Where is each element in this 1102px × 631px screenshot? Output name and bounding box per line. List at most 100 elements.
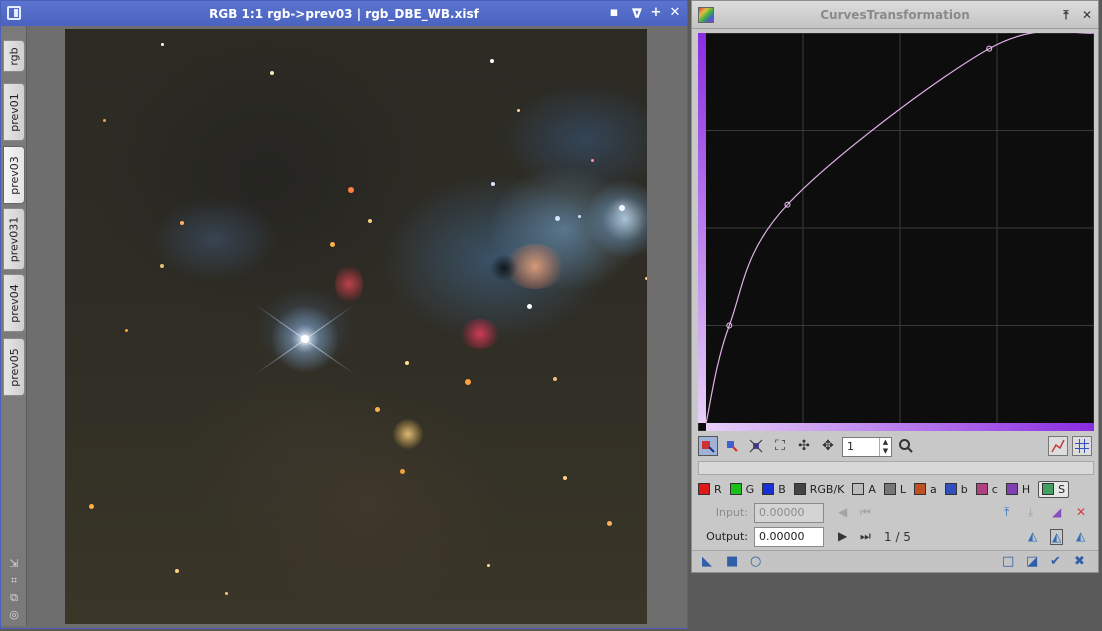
star <box>330 242 335 247</box>
dark-globule <box>490 254 518 282</box>
channel-b-button[interactable]: b <box>944 482 968 496</box>
channel-h-button[interactable]: H <box>1005 482 1031 496</box>
maximize-button[interactable]: + <box>649 5 663 21</box>
red-nebula <box>460 319 500 349</box>
image-canvas[interactable] <box>65 29 647 624</box>
channel-a-button[interactable]: A <box>852 483 876 496</box>
channel-label: H <box>1021 482 1031 496</box>
star <box>225 592 228 595</box>
delete-point-icon[interactable] <box>746 436 766 456</box>
tab-prev01[interactable]: prev01 <box>3 83 25 141</box>
input-row: Input: 0.00000 ◀ ⏮ ⤒ ⤓ ◢ ✕ <box>698 503 1094 523</box>
zoom-to-fit-icon[interactable]: ⌗ <box>8 575 20 587</box>
image-window-title: RGB 1:1 rgb->prev03 | rgb_DBE_WB.xisf <box>209 6 479 21</box>
output-label: Output: <box>706 530 748 543</box>
curves-process-icon[interactable] <box>698 7 714 23</box>
channel-label: R <box>714 482 722 496</box>
store-curve-icon[interactable]: ⤒ <box>1004 505 1009 520</box>
shade-button[interactable]: ▪ <box>607 5 621 21</box>
tab-rgb[interactable]: rgb <box>3 40 25 72</box>
channel-swatch-icon <box>914 483 927 495</box>
channel-c-button[interactable]: c <box>975 483 998 496</box>
edit-instance-icon[interactable]: ◪ <box>1026 554 1038 569</box>
zoom-fit-icon[interactable]: ✣ <box>794 436 814 456</box>
close-button[interactable]: ✕ <box>668 5 682 21</box>
star <box>103 119 106 122</box>
star <box>578 215 581 218</box>
target-icon[interactable]: ◎ <box>8 609 20 621</box>
star <box>400 469 405 474</box>
show-histogram-icon[interactable] <box>1048 436 1068 456</box>
first-point-icon[interactable]: ⏮ <box>860 505 871 520</box>
output-row: Output: 0.00000 ▶ ⏭ 1 / 5 ◭ ◭ ◭ <box>698 527 1094 547</box>
prev-point-icon[interactable]: ◀ <box>838 505 847 519</box>
akima-interp-icon[interactable]: ◭ <box>1028 529 1037 543</box>
tab-prev03[interactable]: prev03 <box>3 146 25 204</box>
edit-point-icon[interactable] <box>698 436 718 456</box>
browse-doc-icon[interactable]: □ <box>1002 554 1014 569</box>
new-preview-icon[interactable]: ⧉ <box>8 592 20 604</box>
star <box>161 43 164 46</box>
channel-a-button[interactable]: a <box>914 483 937 496</box>
channel-swatch-icon <box>944 483 957 495</box>
zoom-icon[interactable] <box>896 436 916 456</box>
star <box>160 264 164 268</box>
star <box>591 159 594 162</box>
image-window-titlebar[interactable]: RGB 1:1 rgb->prev03 | rgb_DBE_WB.xisf ▪ … <box>1 1 687 26</box>
channel-g-button[interactable]: G <box>729 483 754 496</box>
channel-swatch-icon <box>1042 483 1055 495</box>
tab-prev04[interactable]: prev04 <box>3 274 25 332</box>
channel-s-button[interactable]: S <box>1038 480 1070 498</box>
next-point-icon[interactable]: ▶ <box>838 529 847 543</box>
curve-editor[interactable] <box>698 33 1094 431</box>
channel-r-button[interactable]: R <box>698 483 722 496</box>
star <box>553 377 557 381</box>
star <box>527 304 532 309</box>
curves-titlebar[interactable]: CurvesTransformation ⤒ ✕ <box>692 1 1098 29</box>
spin-arrows[interactable]: ▲ ▼ <box>879 438 891 456</box>
last-point-icon[interactable]: ⏭ <box>860 529 871 544</box>
channel-label: S <box>1058 482 1066 496</box>
reset-curve-icon[interactable]: ✕ <box>1076 505 1086 519</box>
process-control-bar: ◣ ■ ○ □ ◪ ✔ ✖ <box>692 550 1098 572</box>
minimize-button[interactable]: ᐅ <box>627 6 643 20</box>
blue-reflection <box>585 179 647 259</box>
view-tabs: rgb prev01 prev03 prev031 prev04 prev05 … <box>1 26 27 626</box>
shade-button[interactable]: ⤒ <box>1059 7 1073 23</box>
apply-icon[interactable]: ■ <box>726 554 738 569</box>
pan-icon[interactable]: ✥ <box>818 436 838 456</box>
star <box>368 219 372 223</box>
close-button[interactable]: ✕ <box>1080 7 1094 23</box>
channel-swatch-icon <box>793 483 806 495</box>
linear-interp-icon[interactable]: ◭ <box>1076 529 1085 543</box>
output-field[interactable]: 0.00000 <box>754 527 824 547</box>
apply-global-icon[interactable]: ○ <box>750 554 761 569</box>
new-instance-icon[interactable]: ◣ <box>702 554 712 569</box>
star <box>375 407 380 412</box>
channel-rgbk-button[interactable]: RGB/K <box>793 483 844 496</box>
reset-icon[interactable]: ✖ <box>1074 554 1085 569</box>
invert-curve-icon[interactable]: ◢ <box>1052 505 1061 519</box>
show-grid-icon[interactable] <box>1072 436 1092 456</box>
zoom-value: 1 <box>847 440 854 453</box>
select-point-icon[interactable] <box>722 436 742 456</box>
fit-view-icon[interactable]: ⇲ <box>8 558 20 570</box>
curve-toolbar: ⛶ ✣ ✥ 1 ▲ ▼ <box>698 436 1094 458</box>
input-field[interactable]: 0.00000 <box>754 503 824 523</box>
channel-l-button[interactable]: L <box>883 483 906 496</box>
channel-label: b <box>960 482 968 496</box>
channel-b-button[interactable]: B <box>762 483 786 496</box>
channel-swatch-icon <box>762 483 775 495</box>
tab-prev031[interactable]: prev031 <box>3 208 25 270</box>
channel-swatch-icon <box>852 483 865 495</box>
execute-icon[interactable]: ✔ <box>1050 554 1061 569</box>
star <box>517 109 520 112</box>
tab-prev05[interactable]: prev05 <box>3 338 25 396</box>
input-label: Input: <box>715 506 748 519</box>
zoom-extents-icon[interactable]: ⛶ <box>770 436 790 456</box>
curve-graph[interactable] <box>698 33 1094 431</box>
zoom-spinbox[interactable]: 1 ▲ ▼ <box>842 437 892 457</box>
restore-curve-icon[interactable]: ⤓ <box>1028 505 1033 520</box>
curves-window: CurvesTransformation ⤒ ✕ ⛶ ✣ ✥ 1 ▲ ▼ R G… <box>691 0 1099 573</box>
cubic-interp-icon[interactable]: ◭ <box>1050 529 1064 545</box>
